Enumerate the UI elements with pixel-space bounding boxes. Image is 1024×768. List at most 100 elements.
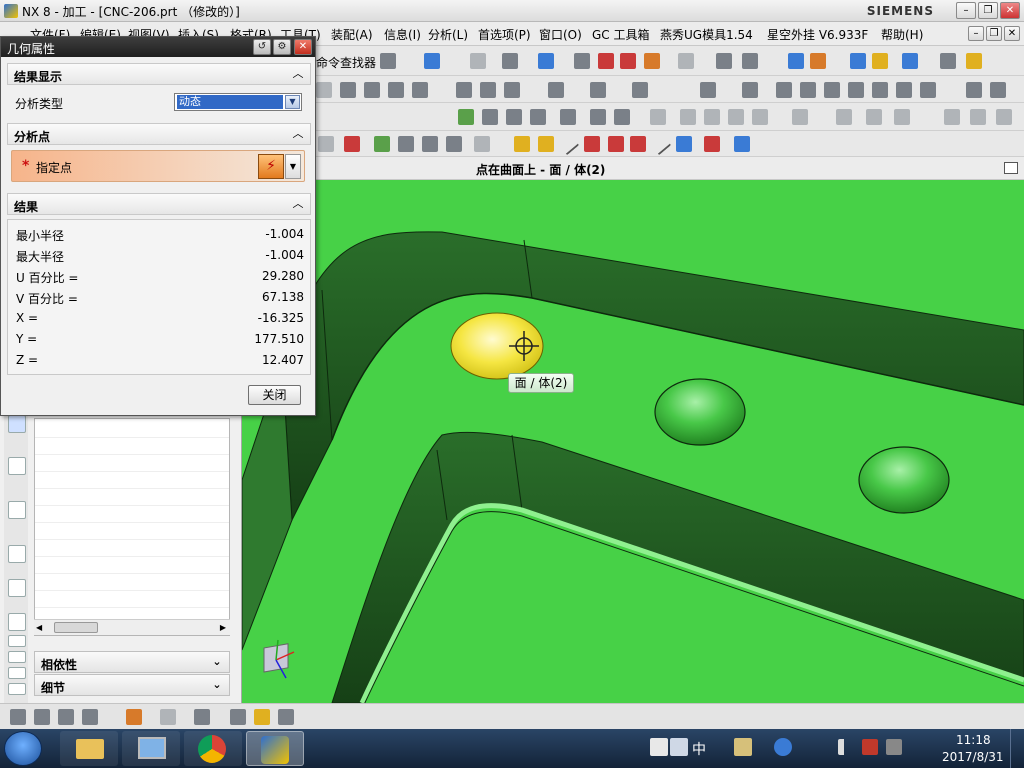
ruler-icon[interactable]: [940, 53, 956, 69]
dialog-titlebar[interactable]: 几何属性 ↺ ⚙ ✕: [1, 37, 315, 57]
rotate-icon[interactable]: [704, 109, 720, 125]
point-on-surface-icon[interactable]: [676, 136, 692, 152]
show-desktop-button[interactable]: [1010, 729, 1024, 768]
menu-gc-toolbox[interactable]: GC 工具箱: [592, 26, 650, 43]
undo-icon[interactable]: [374, 136, 390, 152]
close-window-button[interactable]: ✕: [1000, 2, 1020, 19]
layer-icon[interactable]: [716, 53, 732, 69]
specify-point-row[interactable]: * 指定点 ⚡ ▼: [11, 150, 305, 182]
point-dialog-icon[interactable]: ⚡: [258, 154, 284, 179]
menu-yanxiu-mold[interactable]: 燕秀UG模具1.54: [660, 26, 753, 43]
arrow-up-icon[interactable]: [990, 82, 1006, 98]
command-finder-label[interactable]: 命令查找器: [316, 54, 376, 71]
clock-icon[interactable]: [8, 545, 26, 563]
computer-taskbar-button[interactable]: [122, 731, 180, 766]
roles-icon[interactable]: [8, 579, 26, 597]
angle-dim-icon[interactable]: [836, 109, 852, 125]
reset-icon[interactable]: ↺: [253, 39, 271, 55]
cooling-icon[interactable]: [872, 82, 888, 98]
brush-icon[interactable]: [422, 136, 438, 152]
assembly-icon[interactable]: [788, 53, 804, 69]
midpoint-icon[interactable]: [556, 132, 580, 156]
stack-icon[interactable]: [230, 709, 246, 725]
solid-icon[interactable]: [734, 136, 750, 152]
ime-mode-indicator[interactable]: 中: [692, 739, 706, 759]
lifter-icon[interactable]: [920, 82, 936, 98]
gate-icon[interactable]: [824, 82, 840, 98]
face-color-icon[interactable]: [598, 53, 614, 69]
restore-button[interactable]: ❐: [978, 2, 998, 19]
menu-info[interactable]: 信息(I): [384, 26, 421, 43]
grid-icon[interactable]: [700, 82, 716, 98]
dimension-icon[interactable]: [752, 109, 768, 125]
pick-icon[interactable]: [446, 136, 462, 152]
language-bar-icon[interactable]: [650, 738, 668, 756]
scroll-bottom-icon[interactable]: [8, 683, 26, 695]
block-icon[interactable]: [530, 109, 546, 125]
screw-icon[interactable]: [800, 82, 816, 98]
arc-tool-icon[interactable]: [680, 109, 696, 125]
assembly-tool-icon[interactable]: [34, 709, 50, 725]
analysis-point-section-header[interactable]: 分析点 ︿: [7, 123, 311, 145]
input-method-icon[interactable]: [670, 738, 688, 756]
eraser-icon[interactable]: [398, 136, 414, 152]
menu-help[interactable]: 帮助(H): [881, 26, 923, 43]
result-display-section-header[interactable]: 结果显示 ︿: [7, 63, 311, 85]
menu-preferences[interactable]: 首选项(P): [478, 26, 531, 43]
intersection-icon[interactable]: [608, 136, 624, 152]
save-icon[interactable]: [482, 109, 498, 125]
analyze-icon[interactable]: [850, 53, 866, 69]
chevron-down-icon[interactable]: ⌄: [209, 677, 225, 693]
maximize-view-icon[interactable]: [1004, 162, 1018, 174]
ime-settings-icon[interactable]: [734, 738, 752, 756]
shade-icon[interactable]: [502, 53, 518, 69]
ejector-icon[interactable]: [848, 82, 864, 98]
point-on-curve-icon[interactable]: [648, 132, 672, 156]
move-icon[interactable]: [742, 53, 758, 69]
snap-icon[interactable]: [470, 53, 486, 69]
export-icon[interactable]: [614, 109, 630, 125]
scroll-end-icon[interactable]: [8, 667, 26, 679]
package-icon[interactable]: [254, 709, 270, 725]
folder-tool-icon[interactable]: [278, 709, 294, 725]
view-grid-icon[interactable]: [970, 109, 986, 125]
filter-icon[interactable]: [318, 136, 334, 152]
list-item[interactable]: [35, 557, 229, 574]
file-explorer-taskbar-button[interactable]: [60, 731, 118, 766]
scrollbar-thumb[interactable]: [54, 622, 98, 633]
measure-icon[interactable]: [872, 53, 888, 69]
web-browser-icon[interactable]: [8, 415, 26, 433]
scroll-up-icon[interactable]: [8, 635, 26, 647]
grid-snap-icon[interactable]: [704, 136, 720, 152]
extrude-icon[interactable]: [364, 82, 380, 98]
offset-icon[interactable]: [340, 82, 356, 98]
view-layout-icon[interactable]: [944, 109, 960, 125]
list-item[interactable]: [35, 472, 229, 489]
revolve-icon[interactable]: [388, 82, 404, 98]
dome-feature[interactable]: [654, 378, 746, 446]
flag-tray-icon[interactable]: [862, 739, 878, 755]
scroll-left-icon[interactable]: ◀: [36, 623, 42, 632]
slider-icon[interactable]: [896, 82, 912, 98]
frame-icon[interactable]: [678, 53, 694, 69]
render-style-icon[interactable]: [574, 53, 590, 69]
doc-restore-button[interactable]: ❐: [986, 26, 1002, 41]
constraint-icon[interactable]: [810, 53, 826, 69]
chrome-taskbar-button[interactable]: [184, 731, 242, 766]
diameter-dim-icon[interactable]: [894, 109, 910, 125]
pattern-icon[interactable]: [548, 82, 564, 98]
selection-icon[interactable]: [424, 53, 440, 69]
analysis-type-select[interactable]: 动态 ▼: [174, 93, 302, 111]
view-table-icon[interactable]: [996, 109, 1012, 125]
component-icon[interactable]: [58, 709, 74, 725]
history-palette-icon[interactable]: [8, 457, 26, 475]
flag-icon[interactable]: [560, 109, 576, 125]
clock-date[interactable]: 2017/8/31: [942, 750, 1004, 764]
help-icon[interactable]: [774, 738, 792, 756]
chevron-up-icon[interactable]: ︿: [290, 196, 306, 212]
list-item[interactable]: [35, 438, 229, 455]
edge-color-icon[interactable]: [620, 53, 636, 69]
close-button[interactable]: 关闭: [248, 385, 301, 405]
parallel-icon[interactable]: [792, 109, 808, 125]
duplicate-icon[interactable]: [506, 109, 522, 125]
